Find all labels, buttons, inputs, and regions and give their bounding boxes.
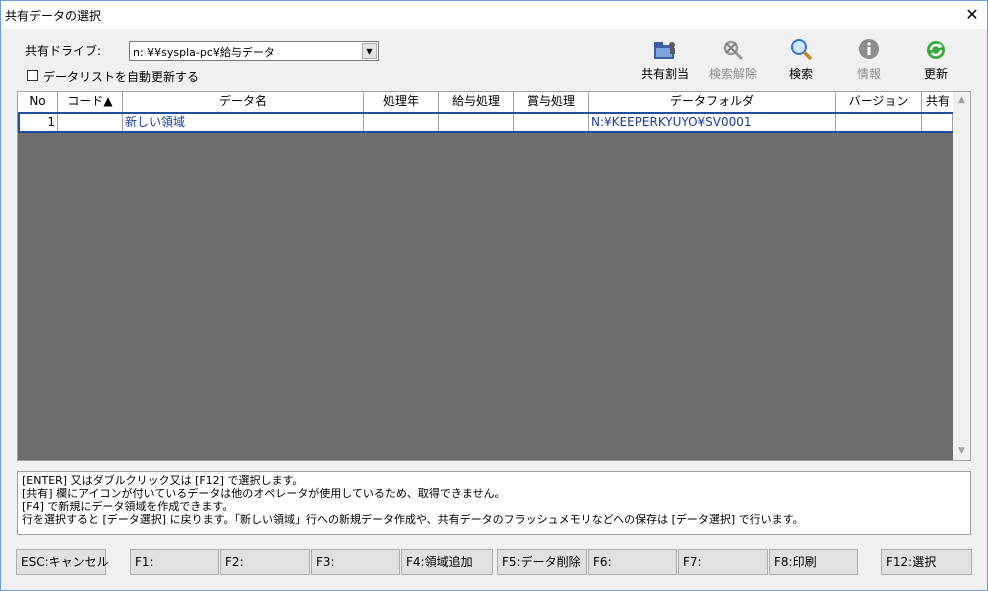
dialog-window: 共有データの選択 ✕ 共有ドライブ: n: ¥¥syspla-pc¥給与データ …	[0, 0, 988, 591]
col-header-name[interactable]: データ名	[123, 92, 364, 112]
folder-share-icon	[654, 42, 675, 59]
info-label: 情報	[856, 67, 881, 81]
search-clear-button[interactable]: 検索解除	[703, 37, 763, 85]
data-grid: No コード▲ データ名 処理年 給与処理 賞与処理 データフォルダ バージョン…	[17, 91, 971, 461]
scroll-up-icon[interactable]: ▲	[953, 92, 970, 109]
cell-bonus	[514, 114, 589, 131]
info-icon	[859, 39, 879, 59]
cell-salary	[439, 114, 514, 131]
refresh-icon	[927, 41, 945, 59]
refresh-label: 更新	[923, 67, 948, 81]
auto-refresh-label: データリストを自動更新する	[43, 70, 200, 84]
drive-select-value: n: ¥¥syspla-pc¥給与データ	[133, 46, 275, 59]
f5-delete-data-button[interactable]: F5:データ削除	[497, 549, 587, 575]
drive-select[interactable]: n: ¥¥syspla-pc¥給与データ ▼	[129, 41, 379, 61]
cell-no: 1	[20, 114, 58, 131]
f2-button[interactable]: F2:	[220, 549, 310, 575]
f3-button[interactable]: F3:	[311, 549, 400, 575]
share-assign-label: 共有割当	[640, 67, 689, 81]
help-line: [共有] 欄にアイコンが付いているデータは他のオペレータが使用しているため、取得…	[22, 487, 506, 500]
cell-name: 新しい領域	[123, 114, 364, 131]
f1-button[interactable]: F1:	[130, 549, 219, 575]
help-line: [ENTER] 又はダブルクリック又は [F12] で選択します。	[22, 474, 304, 487]
search-clear-label: 検索解除	[708, 67, 757, 81]
cell-code	[58, 114, 123, 131]
f7-button[interactable]: F7:	[678, 549, 768, 575]
close-icon[interactable]: ✕	[957, 1, 987, 29]
f6-button[interactable]: F6:	[588, 549, 677, 575]
col-header-year[interactable]: 処理年	[364, 92, 439, 112]
title-bar: 共有データの選択 ✕	[1, 1, 987, 29]
col-header-bonus[interactable]: 賞与処理	[514, 92, 589, 112]
cell-year	[364, 114, 439, 131]
search-button[interactable]: 検索	[771, 37, 831, 85]
table-row[interactable]: 1 新しい領域 N:¥KEEPERKYUYO¥SV0001	[18, 112, 955, 133]
magnifier-icon	[791, 39, 813, 61]
esc-cancel-button[interactable]: ESC:キャンセル	[16, 549, 109, 575]
cell-folder: N:¥KEEPERKYUYO¥SV0001	[589, 114, 836, 131]
refresh-button[interactable]: 更新	[906, 37, 966, 85]
share-assign-button[interactable]: 共有割当	[635, 37, 695, 85]
chevron-down-icon[interactable]: ▼	[362, 43, 377, 59]
cell-version	[836, 114, 922, 131]
checkbox-box[interactable]	[27, 70, 38, 81]
help-line: [F4] で新規にデータ領域を作成できます。	[22, 500, 234, 513]
help-line: 行を選択すると [データ選択] に戻ります。「新しい領域」行への新規データ作成や…	[22, 513, 804, 526]
f4-add-area-button[interactable]: F4:領域追加	[401, 549, 493, 575]
search-label: 検索	[788, 67, 813, 81]
grid-header: No コード▲ データ名 処理年 給与処理 賞与処理 データフォルダ バージョン…	[18, 92, 955, 112]
info-button[interactable]: 情報	[839, 37, 899, 85]
f8-print-button[interactable]: F8:印刷	[769, 549, 858, 575]
search-clear-icon	[723, 40, 744, 61]
col-header-shared[interactable]: 共有	[922, 92, 955, 112]
help-text-panel: [ENTER] 又はダブルクリック又は [F12] で選択します。 [共有] 欄…	[17, 471, 971, 535]
vertical-scrollbar[interactable]: ▲ ▼	[953, 92, 970, 460]
col-header-folder[interactable]: データフォルダ	[589, 92, 836, 112]
f12-select-button[interactable]: F12:選択	[881, 549, 972, 575]
cell-shared	[922, 114, 953, 131]
col-header-code[interactable]: コード▲	[58, 92, 123, 112]
col-header-salary[interactable]: 給与処理	[439, 92, 514, 112]
col-header-no[interactable]: No	[18, 92, 58, 112]
col-header-version[interactable]: バージョン	[836, 92, 922, 112]
scroll-down-icon[interactable]: ▼	[953, 443, 970, 460]
window-title: 共有データの選択	[5, 9, 102, 23]
drive-label: 共有ドライブ:	[25, 44, 102, 58]
